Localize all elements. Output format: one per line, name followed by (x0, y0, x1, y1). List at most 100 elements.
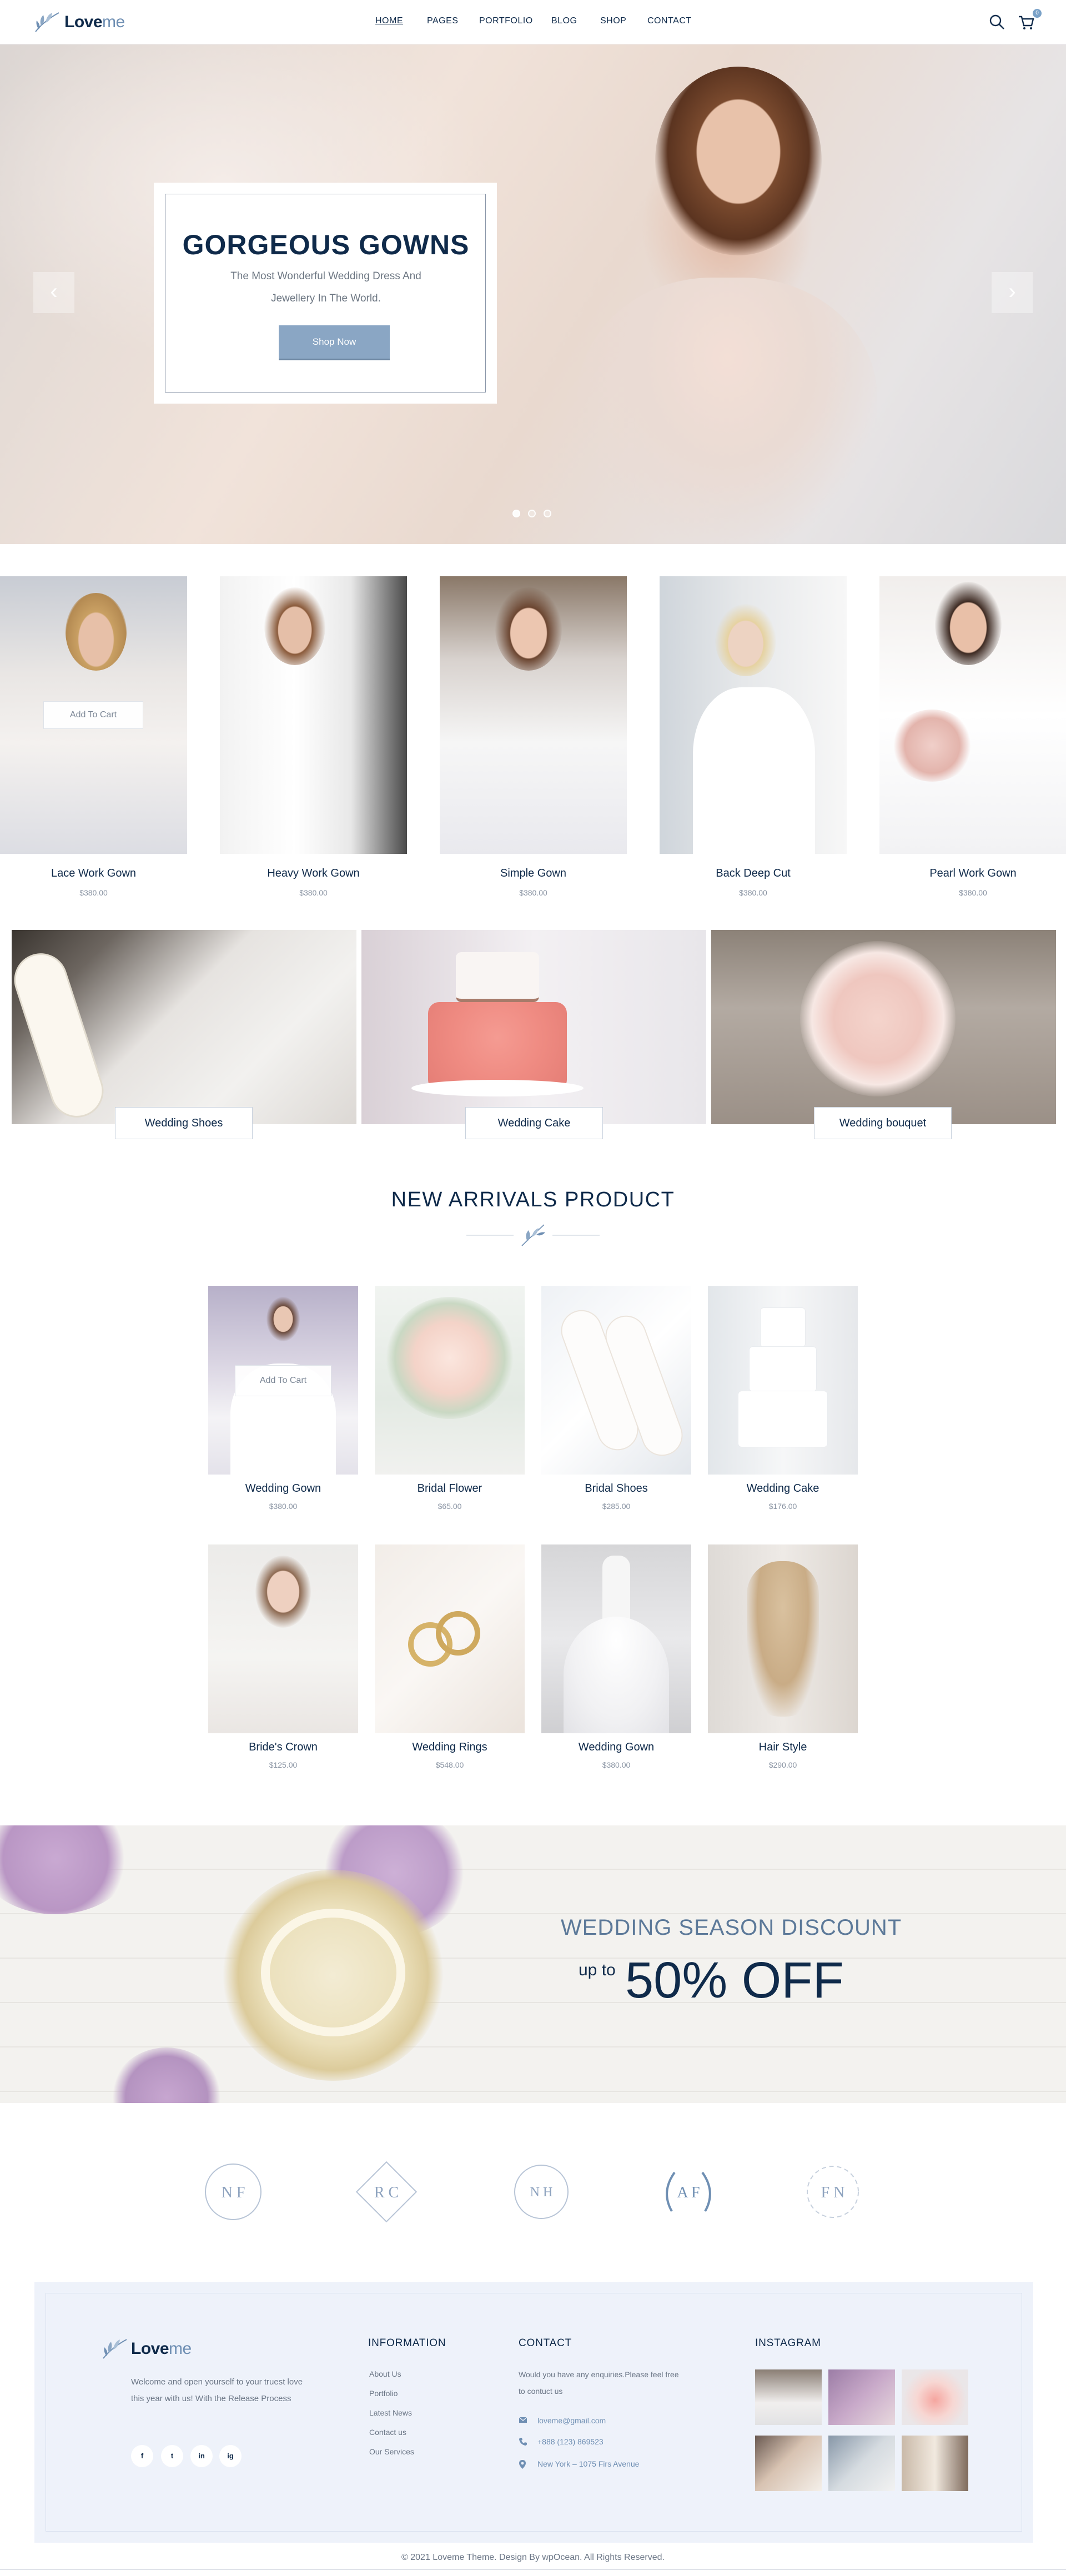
product-price: $290.00 (768, 1760, 797, 1769)
product-name[interactable]: Wedding Gown (208, 1482, 358, 1495)
footer-instagram-heading: INSTAGRAM (755, 2337, 821, 2349)
brand-logo[interactable]: N F (200, 2159, 266, 2225)
product-image[interactable] (375, 1544, 525, 1733)
brand-logo[interactable]: N H (508, 2159, 575, 2225)
product-name[interactable]: Back Deep Cut (660, 867, 847, 880)
mail-icon (519, 2417, 527, 2423)
instagram-thumbnail[interactable] (828, 2436, 895, 2491)
product-image[interactable] (708, 1544, 858, 1733)
linkedin-icon[interactable]: in (190, 2445, 213, 2467)
product-image[interactable] (541, 1286, 691, 1475)
product-image[interactable] (541, 1544, 691, 1733)
brand-logo[interactable]: R C (353, 2159, 420, 2225)
site-logo[interactable]: Loveme (33, 8, 125, 37)
twitter-icon[interactable]: t (161, 2445, 183, 2467)
product-price: $65.00 (438, 1502, 462, 1511)
new-arrivals-title: NEW ARRIVALS PRODUCT (391, 1188, 675, 1211)
discount-banner (0, 1825, 1066, 2103)
category-image-cake[interactable] (361, 930, 706, 1124)
footer-logo-text: Love (131, 2339, 169, 2358)
promo-title: WEDDING SEASON DISCOUNT (561, 1915, 902, 1940)
cart-icon[interactable] (1017, 13, 1035, 31)
footer-link[interactable]: Latest News (369, 2408, 412, 2417)
product-name[interactable]: Pearl Work Gown (879, 867, 1066, 880)
product-name[interactable]: Heavy Work Gown (220, 867, 407, 880)
footer-logo[interactable]: Loveme (101, 2336, 192, 2362)
slider-dot[interactable] (544, 510, 551, 517)
footer-email[interactable]: loveme@gmail.com (537, 2416, 606, 2425)
monogram-diamond-icon: R C (355, 2161, 418, 2223)
product-image[interactable] (879, 576, 1066, 854)
instagram-icon[interactable]: ig (219, 2445, 242, 2467)
add-to-cart-button[interactable]: Add To Cart (235, 1365, 331, 1396)
footer-link[interactable]: Our Services (369, 2447, 414, 2456)
product-image[interactable]: Add To Cart (0, 576, 187, 854)
hero-subtitle: The Most Wonderful Wedding Dress And Jew… (230, 270, 421, 304)
product-image[interactable] (375, 1286, 525, 1475)
location-pin-icon (519, 2460, 526, 2469)
leaf-logo-icon (103, 2339, 127, 2359)
category-label-bouquet[interactable]: Wedding bouquet (814, 1107, 952, 1139)
instagram-thumbnail[interactable] (902, 2369, 968, 2425)
slider-prev-button[interactable]: ‹ (33, 272, 74, 313)
product-price: $380.00 (959, 888, 987, 897)
monogram-floral-icon: F N (807, 2166, 859, 2218)
facebook-icon[interactable]: f (131, 2445, 153, 2467)
category-image-bouquet[interactable] (711, 930, 1056, 1124)
product-image[interactable] (708, 1286, 858, 1475)
footer-link[interactable]: About Us (369, 2369, 401, 2378)
hero-caption-frame: GORGEOUS GOWNS The Most Wonderful Weddin… (165, 194, 486, 393)
product-price: $125.00 (269, 1760, 298, 1769)
shop-now-button[interactable]: Shop Now (279, 325, 390, 359)
instagram-thumbnail[interactable] (755, 2369, 822, 2425)
product-name[interactable]: Wedding Rings (375, 1741, 525, 1754)
product-name[interactable]: Lace Work Gown (0, 867, 187, 880)
product-name[interactable]: Simple Gown (440, 867, 627, 880)
brand-initials: F N (821, 2184, 845, 2201)
nav-pages[interactable]: PAGES (427, 16, 458, 26)
product-price: $176.00 (768, 1502, 797, 1511)
slider-dots (512, 510, 551, 517)
slider-dot[interactable] (528, 510, 536, 517)
logo-text: Love (64, 13, 103, 31)
hero-caption-box: GORGEOUS GOWNS The Most Wonderful Weddin… (154, 183, 497, 404)
nav-blog[interactable]: BLOG (551, 16, 577, 26)
instagram-thumbnail[interactable] (902, 2436, 968, 2491)
instagram-thumbnail[interactable] (755, 2436, 822, 2491)
slider-dot[interactable] (512, 510, 520, 517)
footer-link[interactable]: Contact us (369, 2428, 406, 2437)
product-price: $380.00 (519, 888, 547, 897)
product-name[interactable]: Bridal Shoes (541, 1482, 691, 1495)
product-name[interactable]: Wedding Gown (541, 1741, 691, 1754)
footer-link[interactable]: Portfolio (369, 2389, 398, 2398)
cart-count-badge: 0 (1033, 9, 1042, 18)
product-name[interactable]: Hair Style (708, 1741, 858, 1754)
nav-contact[interactable]: CONTACT (647, 16, 692, 26)
hero-slider: ‹ › GORGEOUS GOWNS The Most Wonderful We… (0, 44, 1066, 544)
nav-home[interactable]: HOME (375, 16, 403, 26)
product-name[interactable]: Bridal Flower (375, 1482, 525, 1495)
brand-logo[interactable]: F N (800, 2159, 866, 2225)
product-name[interactable]: Bride's Crown (208, 1741, 358, 1754)
nav-portfolio[interactable]: PORTFOLIO (479, 16, 533, 26)
category-label-shoes[interactable]: Wedding Shoes (115, 1107, 253, 1139)
nav-shop[interactable]: SHOP (600, 16, 626, 26)
product-image[interactable] (440, 576, 627, 854)
brand-initials: A F (677, 2184, 700, 2201)
monogram-wreath-icon: N F (205, 2164, 262, 2220)
footer-phone[interactable]: +888 (123) 869523 (537, 2437, 604, 2446)
product-image[interactable] (208, 1544, 358, 1733)
instagram-thumbnail[interactable] (828, 2369, 895, 2425)
hero-title: GORGEOUS GOWNS (182, 229, 470, 260)
product-image[interactable]: Add To Cart (208, 1286, 358, 1475)
category-label-cake[interactable]: Wedding Cake (465, 1107, 603, 1139)
search-icon[interactable] (988, 13, 1006, 31)
product-name[interactable]: Wedding Cake (708, 1482, 858, 1495)
product-image[interactable] (220, 576, 407, 854)
slider-next-button[interactable]: › (992, 272, 1033, 313)
add-to-cart-button[interactable]: Add To Cart (43, 701, 143, 729)
brand-logo[interactable]: A F (655, 2159, 722, 2225)
product-price: $380.00 (79, 888, 108, 897)
product-image[interactable] (660, 576, 847, 854)
category-image-shoes[interactable] (12, 930, 356, 1124)
